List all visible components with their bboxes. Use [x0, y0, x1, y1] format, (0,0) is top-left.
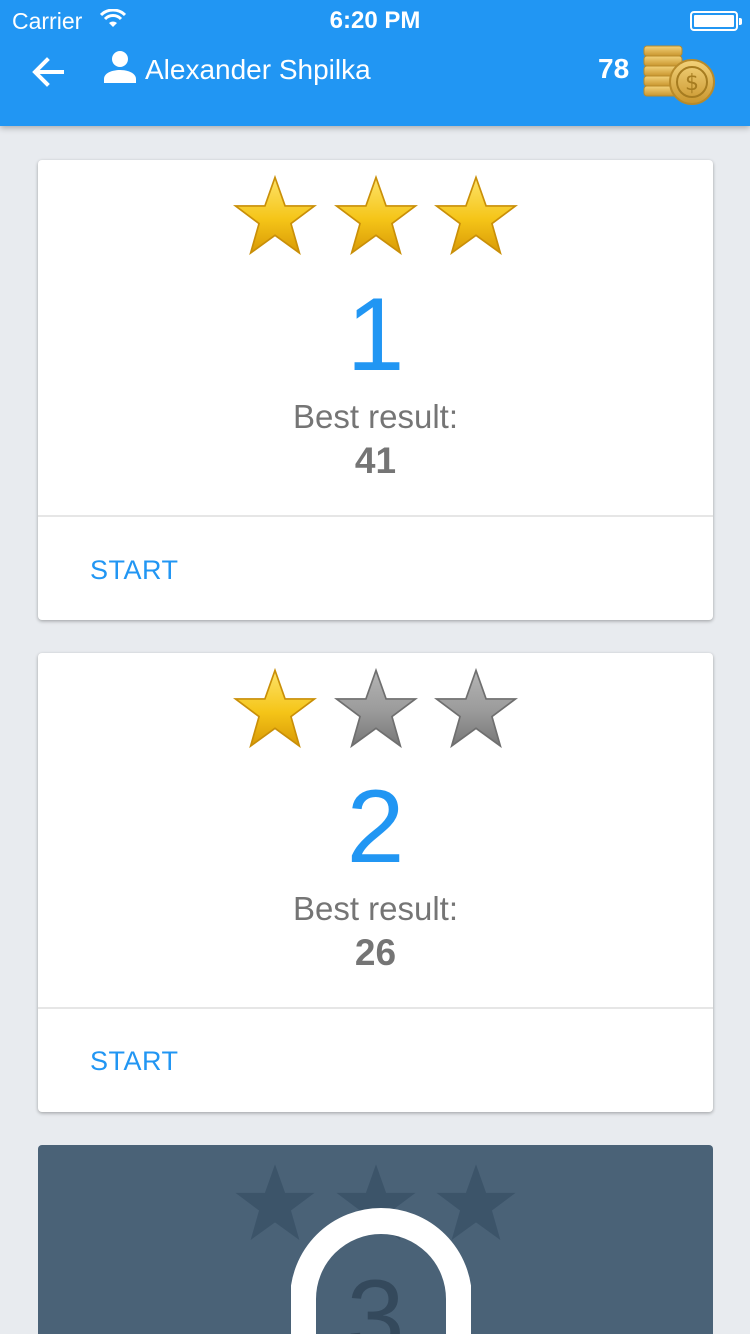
locked-level-card: 3 — [38, 1145, 713, 1334]
lock-icon — [291, 1208, 471, 1334]
start-button[interactable]: START — [90, 555, 179, 586]
svg-text:$: $ — [685, 71, 699, 96]
star-filled-icon — [433, 174, 518, 256]
status-bar: Carrier 6:20 PM — [0, 0, 750, 40]
battery-icon — [690, 11, 742, 31]
card-divider — [38, 1007, 713, 1009]
level-card: 2 Best result: 26 START — [38, 653, 713, 1112]
user-name: Alexander Shpilka — [145, 54, 371, 85]
user-icon — [104, 51, 136, 83]
star-empty-icon — [333, 667, 418, 749]
coins-icon: $ — [643, 45, 715, 105]
app-bar: Carrier 6:20 PM Alexander Shpilka 78 $ — [0, 0, 750, 126]
best-result-label: Best result: — [292, 890, 459, 927]
star-rating — [38, 174, 713, 258]
level-number: 2 — [346, 769, 405, 885]
level-card: 1 Best result: 41 START — [38, 160, 713, 620]
clock: 6:20 PM — [329, 7, 421, 34]
star-empty-icon — [433, 667, 518, 749]
level-number: 1 — [346, 277, 405, 393]
card-divider — [38, 515, 713, 517]
star-filled-icon — [333, 174, 418, 256]
best-result-value: 26 — [354, 932, 397, 973]
best-result-value: 41 — [354, 440, 397, 481]
start-button[interactable]: START — [90, 1046, 179, 1077]
star-filled-icon — [233, 174, 318, 256]
coin-count: 78 — [598, 53, 630, 84]
best-result-label: Best result: — [292, 398, 459, 435]
back-arrow-icon[interactable] — [28, 54, 68, 90]
star-filled-icon — [233, 667, 318, 749]
star-rating — [38, 667, 713, 751]
